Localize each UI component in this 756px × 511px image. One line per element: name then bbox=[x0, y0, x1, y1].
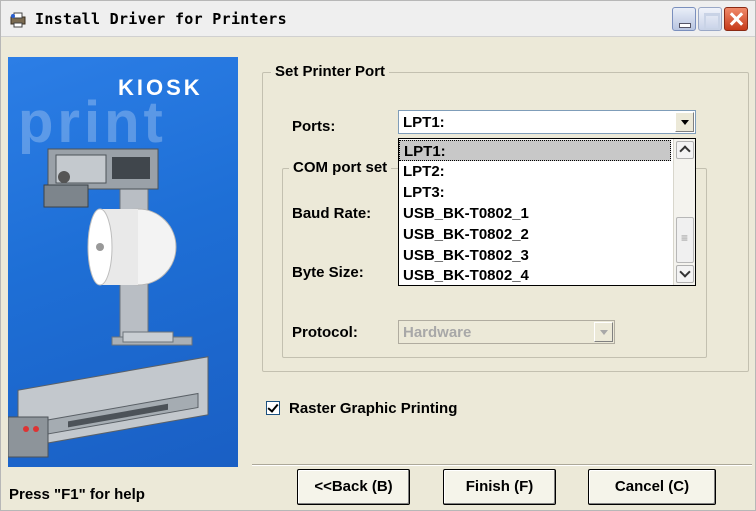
maximize-button[interactable] bbox=[698, 7, 722, 31]
install-driver-dialog: Install Driver for Printers print KIOSK bbox=[0, 0, 756, 511]
com-port-settings-label: COM port set bbox=[289, 159, 392, 176]
ports-option[interactable]: USB_BK-T0802_1 bbox=[399, 203, 671, 224]
title-bar[interactable]: Install Driver for Printers bbox=[1, 1, 755, 37]
back-button[interactable]: <<Back (B) bbox=[297, 469, 410, 505]
ports-label: Ports: bbox=[292, 118, 336, 135]
cancel-button[interactable]: Cancel (C) bbox=[588, 469, 716, 505]
protocol-select[interactable]: Hardware bbox=[398, 320, 615, 344]
set-printer-port-label: Set Printer Port bbox=[271, 63, 390, 80]
help-hint: Press "F1" for help bbox=[9, 486, 145, 503]
ports-option[interactable]: USB_BK-T0802_2 bbox=[399, 224, 671, 245]
minimize-button[interactable] bbox=[672, 7, 696, 31]
byte-size-label: Byte Size: bbox=[292, 264, 364, 281]
finish-button[interactable]: Finish (F) bbox=[443, 469, 556, 505]
scroll-up-icon[interactable] bbox=[676, 141, 694, 159]
button-separator bbox=[252, 464, 752, 466]
ports-option[interactable]: LPT3: bbox=[399, 182, 671, 203]
scroll-thumb[interactable] bbox=[676, 217, 694, 263]
ports-select-value: LPT1: bbox=[403, 114, 445, 131]
raster-graphic-label[interactable]: Raster Graphic Printing bbox=[289, 400, 457, 417]
kiosk-banner-image: print KIOSK bbox=[8, 57, 238, 467]
close-button[interactable] bbox=[724, 7, 748, 31]
ports-option[interactable]: LPT1: bbox=[399, 140, 671, 161]
protocol-select-value: Hardware bbox=[403, 324, 472, 341]
kiosk-printer-illustration bbox=[8, 148, 209, 458]
protocol-label: Protocol: bbox=[292, 324, 358, 341]
dropdown-scrollbar[interactable] bbox=[673, 139, 695, 285]
raster-graphic-checkbox[interactable] bbox=[266, 401, 280, 415]
printer-app-icon bbox=[10, 12, 26, 28]
ports-option[interactable]: USB_BK-T0802_3 bbox=[399, 245, 671, 266]
chevron-down-icon[interactable] bbox=[594, 322, 613, 342]
ports-option[interactable]: LPT2: bbox=[399, 161, 671, 182]
ports-option[interactable]: USB_BK-T0802_4 bbox=[399, 265, 671, 286]
ports-dropdown-list[interactable]: LPT1: LPT2: LPT3: USB_BK-T0802_1 USB_BK-… bbox=[398, 138, 696, 286]
baud-rate-label: Baud Rate: bbox=[292, 205, 372, 222]
ports-select[interactable]: LPT1: bbox=[398, 110, 696, 134]
chevron-down-icon[interactable] bbox=[675, 112, 694, 132]
window-title: Install Driver for Printers bbox=[35, 10, 287, 28]
scroll-down-icon[interactable] bbox=[676, 265, 694, 283]
